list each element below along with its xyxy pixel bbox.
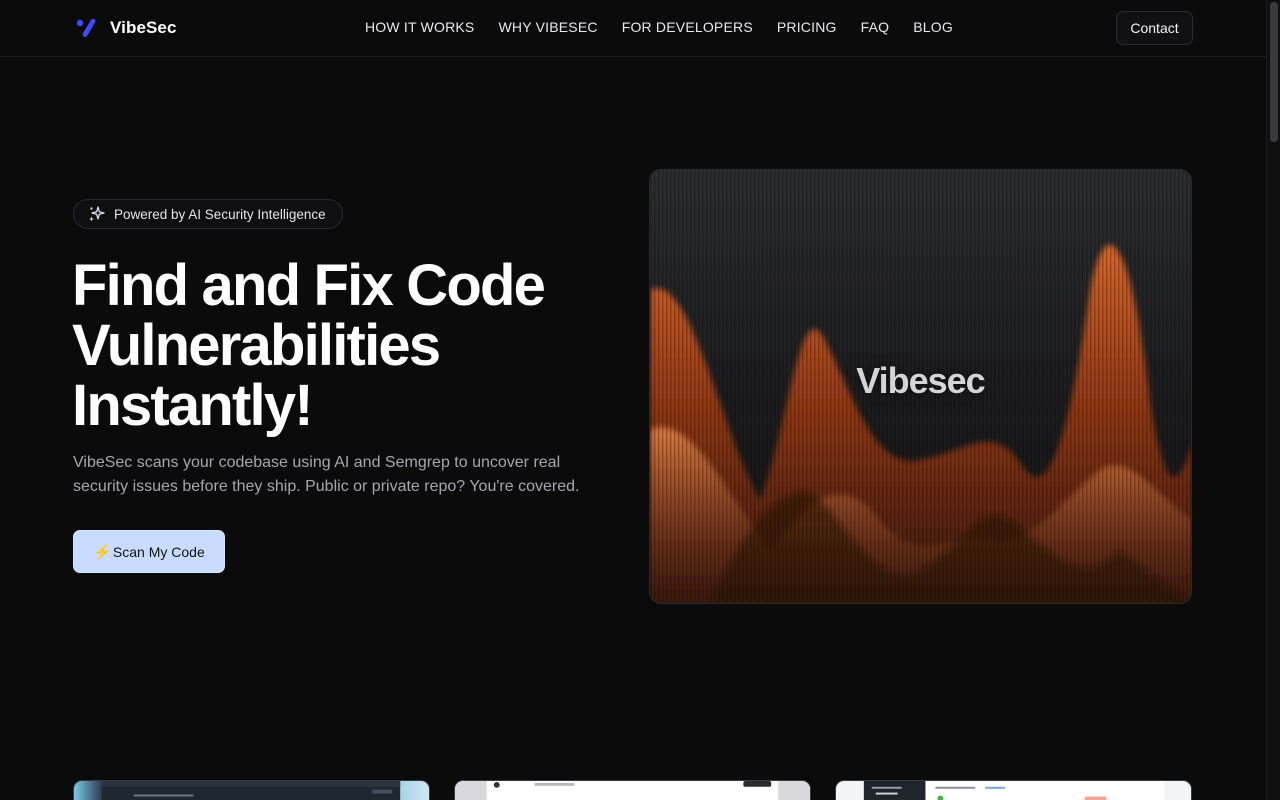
contact-button[interactable]: Contact (1116, 11, 1193, 45)
hero-title: Find and Fix Code Vulnerabilities Instan… (72, 256, 632, 436)
main-nav: HOW IT WORKS WHY VIBESEC FOR DEVELOPERS … (365, 19, 953, 35)
preview-card-2[interactable] (454, 780, 811, 800)
hero-visual-brand: Vibesec (856, 360, 985, 401)
lightning-icon: ⚡ (93, 543, 112, 561)
scrollbar-thumb[interactable] (1270, 2, 1278, 142)
hero-title-line-1: Find and Fix Code (72, 253, 546, 318)
preview-card-3[interactable] (835, 780, 1192, 800)
hero-badge-text: Powered by AI Security Intelligence (114, 206, 326, 222)
sparkles-icon (89, 206, 105, 222)
preview-screenshot-1 (101, 781, 401, 800)
hero-title-line-2: Vulnerabilities (72, 313, 441, 378)
brand-name: VibeSec (110, 18, 177, 37)
hero-title-line-3: Instantly! (72, 373, 314, 438)
brand-logo[interactable]: VibeSec (76, 17, 177, 39)
hero-description: VibeSec scans your codebase using AI and… (73, 454, 580, 495)
site-header: VibeSec HOW IT WORKS WHY VIBESEC FOR DEV… (0, 0, 1266, 57)
page-scrollbar[interactable] (1266, 0, 1280, 800)
nav-blog[interactable]: BLOG (913, 19, 953, 35)
preview-screenshot-2 (455, 781, 810, 800)
nav-pricing[interactable]: PRICING (777, 19, 837, 35)
nav-for-developers[interactable]: FOR DEVELOPERS (622, 19, 753, 35)
vibesec-logo-icon (76, 18, 96, 38)
nav-how-it-works[interactable]: HOW IT WORKS (365, 19, 474, 35)
scan-my-code-label: Scan My Code (112, 543, 205, 560)
hero-visual: Vibesec (649, 169, 1192, 604)
preview-card-1[interactable] (73, 780, 430, 800)
nav-faq[interactable]: FAQ (861, 19, 890, 35)
nav-why-vibesec[interactable]: WHY VIBESEC (498, 19, 597, 35)
scan-my-code-button[interactable]: ⚡ Scan My Code (73, 530, 225, 573)
hero-badge: Powered by AI Security Intelligence (73, 199, 343, 229)
preview-screenshot-3 (863, 781, 1165, 800)
